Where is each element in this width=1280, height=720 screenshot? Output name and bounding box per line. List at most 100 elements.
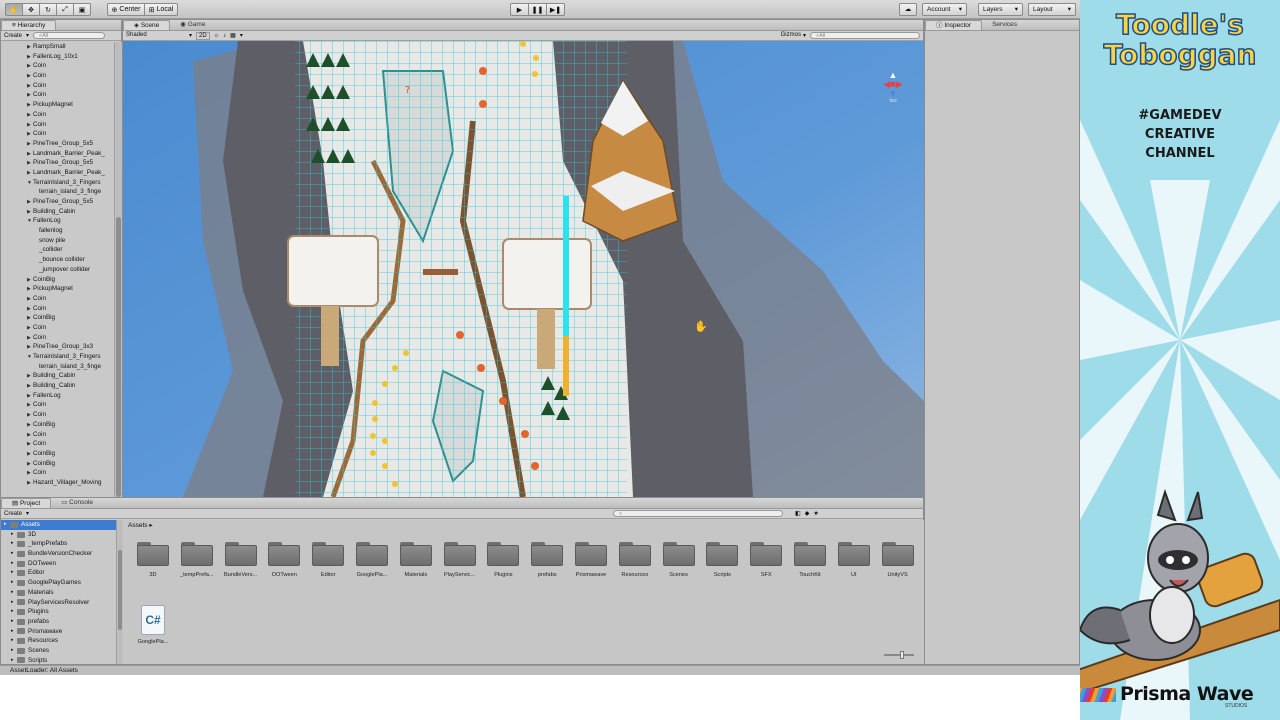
hierarchy-row[interactable]: ▼TerrainIsland_3_Fingers xyxy=(1,352,114,362)
hierarchy-row[interactable]: ▶ Coin xyxy=(1,439,114,449)
folder-asset[interactable]: BundleVers... xyxy=(219,542,263,578)
hierarchy-row[interactable]: ▶ RampSmall xyxy=(1,42,114,52)
project-tree-item[interactable]: ▸ _tempPrefabs xyxy=(1,539,122,549)
hierarchy-row[interactable]: ▶ FallenLog_10x1 xyxy=(1,52,114,62)
pause-icon[interactable]: ❚❚ xyxy=(528,3,547,16)
hierarchy-row[interactable]: ▶ PickupMagnet xyxy=(1,284,114,294)
breadcrumb[interactable]: Assets ▸ xyxy=(128,521,153,529)
tab-scene[interactable]: ◈ Scene xyxy=(123,20,171,30)
hierarchy-row[interactable]: _bounce collider xyxy=(1,255,114,265)
scale-tool-icon[interactable]: ⤢ xyxy=(56,3,74,16)
tab-hierarchy[interactable]: ≡ Hierarchy xyxy=(1,20,57,30)
project-tree-item[interactable]: ▸ Materials xyxy=(1,588,122,598)
account-dropdown[interactable]: Account ▾ xyxy=(922,3,967,16)
create-dropdown[interactable]: Create xyxy=(4,33,22,39)
play-icon[interactable]: ▶ xyxy=(510,3,529,16)
hierarchy-search-input[interactable]: ⌕All xyxy=(33,32,106,39)
hierarchy-row[interactable]: ▶ Building_Cabin xyxy=(1,381,114,391)
project-tree-item[interactable]: ▸ prefabs xyxy=(1,617,122,627)
tab-console[interactable]: ▭ Console xyxy=(51,498,103,508)
hierarchy-row[interactable]: ▶ PineTree_Group_5x5 xyxy=(1,158,114,168)
hierarchy-row[interactable]: ▶ Building_Cabin xyxy=(1,207,114,217)
project-tree-item[interactable]: ▸ Plugins xyxy=(1,607,122,617)
folder-asset[interactable]: prefabs xyxy=(525,542,569,578)
folder-asset[interactable]: Plugins xyxy=(481,542,525,578)
cloud-icon[interactable]: ☁ xyxy=(899,3,917,16)
project-tree-item[interactable]: ▸ Resources xyxy=(1,636,122,646)
hierarchy-row[interactable]: ▼FallenLog xyxy=(1,216,114,226)
hierarchy-row[interactable]: snow pile xyxy=(1,236,114,246)
layers-dropdown[interactable]: Layers ▾ xyxy=(978,3,1023,16)
hierarchy-row[interactable]: ▶ FallenLog xyxy=(1,391,114,401)
folder-asset[interactable]: GooglePla... xyxy=(350,542,394,578)
project-tree-scrollbar[interactable] xyxy=(116,520,123,664)
scene-viewport[interactable]: ? ✋ ▲ ◀■▶ ▼ Iso xyxy=(123,41,924,497)
step-icon[interactable]: ▶❚ xyxy=(546,3,565,16)
folder-asset[interactable]: Scripts xyxy=(700,542,744,578)
hierarchy-row[interactable]: ▶ Coin xyxy=(1,304,114,314)
hierarchy-row[interactable]: terrain_island_3_finge xyxy=(1,187,114,197)
project-tree-item[interactable]: ▸ Scenes xyxy=(1,646,122,656)
filter-label-icon[interactable]: ◆ xyxy=(805,510,810,517)
tab-game[interactable]: ◉ Game xyxy=(170,20,215,30)
hierarchy-row[interactable]: ▶ Coin xyxy=(1,129,114,139)
csharp-script-asset[interactable]: C# GooglePla... xyxy=(131,605,175,645)
scene-search-input[interactable]: ⌕All xyxy=(810,32,920,39)
folder-asset[interactable]: UI xyxy=(832,542,876,578)
move-tool-icon[interactable]: ✥ xyxy=(22,3,40,16)
hierarchy-row[interactable]: ▶ CoinBig xyxy=(1,459,114,469)
effects-icon[interactable]: ▦ xyxy=(230,32,236,39)
hierarchy-row[interactable]: ▶ Coin xyxy=(1,323,114,333)
chevron-down-icon[interactable]: ▾ xyxy=(240,32,243,39)
tab-inspector[interactable]: ⓘ Inspector xyxy=(925,20,983,30)
pivot-local-button[interactable]: ⊞ Local xyxy=(144,3,178,16)
hand-tool-icon[interactable]: ✋ xyxy=(5,3,23,16)
folder-asset[interactable]: PlayServic... xyxy=(438,542,482,578)
mode-2d-toggle[interactable]: 2D xyxy=(196,31,210,40)
project-tree-item[interactable]: ▸ GooglePlayGames xyxy=(1,578,122,588)
zoom-slider-handle[interactable] xyxy=(900,651,904,659)
hierarchy-row[interactable]: ▶ Landmark_Barrier_Peak_ xyxy=(1,168,114,178)
folder-asset[interactable]: Resources xyxy=(613,542,657,578)
filter-type-icon[interactable]: ◧ xyxy=(795,510,801,517)
pivot-center-button[interactable]: ⊕ Center xyxy=(107,3,145,16)
folder-asset[interactable]: Scenes xyxy=(657,542,701,578)
hierarchy-row[interactable]: fallenlog xyxy=(1,226,114,236)
hierarchy-row[interactable]: _collider xyxy=(1,245,114,255)
create-dropdown[interactable]: Create xyxy=(4,511,22,517)
hierarchy-row[interactable]: ▶ Landmark_Barrier_Peak_ xyxy=(1,149,114,159)
hierarchy-scrollbar[interactable] xyxy=(114,42,122,498)
hierarchy-row[interactable]: ▶ Coin xyxy=(1,120,114,130)
hierarchy-row[interactable]: ▶ Coin xyxy=(1,61,114,71)
folder-asset[interactable]: TouchKit xyxy=(788,542,832,578)
hierarchy-row[interactable]: ▶ Coin xyxy=(1,430,114,440)
hierarchy-row[interactable]: ▶ CoinBig xyxy=(1,420,114,430)
hierarchy-row[interactable]: ▶ Coin xyxy=(1,90,114,100)
hierarchy-row[interactable]: ▶ PickupMagnet xyxy=(1,100,114,110)
folder-asset[interactable]: DOTween xyxy=(262,542,306,578)
hierarchy-row[interactable]: ▶ PineTree_Group_5x5 xyxy=(1,197,114,207)
hierarchy-row[interactable]: ▶ PineTree_Group_5x5 xyxy=(1,139,114,149)
hierarchy-row[interactable]: ▶ Coin xyxy=(1,333,114,343)
project-tree-item[interactable]: ▸ Scripts xyxy=(1,656,122,664)
hierarchy-row[interactable]: ▶ Coin xyxy=(1,71,114,81)
tab-project[interactable]: ▤ Project xyxy=(1,498,52,508)
folder-asset[interactable]: 3D xyxy=(131,542,175,578)
folder-asset[interactable]: _tempPrefa... xyxy=(175,542,219,578)
folder-asset[interactable]: UnityVS xyxy=(876,542,920,578)
hierarchy-row[interactable]: ▶ Coin xyxy=(1,468,114,478)
layout-dropdown[interactable]: Layout ▾ xyxy=(1028,3,1076,16)
hierarchy-row[interactable]: ▶ CoinBig xyxy=(1,313,114,323)
hierarchy-row[interactable]: ▶ Coin xyxy=(1,110,114,120)
hierarchy-row[interactable]: ▶ Coin xyxy=(1,410,114,420)
rotate-tool-icon[interactable]: ↻ xyxy=(39,3,57,16)
hierarchy-row[interactable]: ▼TerrainIsland_3_Fingers xyxy=(1,178,114,188)
hierarchy-row[interactable]: _jumpover collider xyxy=(1,265,114,275)
rect-tool-icon[interactable]: ▣ xyxy=(73,3,91,16)
hierarchy-row[interactable]: ▶ Coin xyxy=(1,81,114,91)
hierarchy-row[interactable]: ▶ PineTree_Group_3x3 xyxy=(1,342,114,352)
hierarchy-row[interactable]: ▶ Building_Cabin xyxy=(1,371,114,381)
folder-asset[interactable]: Editor xyxy=(306,542,350,578)
view-gizmo[interactable]: ▲ ◀■▶ ▼ Iso xyxy=(875,71,911,113)
project-tree-item[interactable]: ▸ Assets xyxy=(1,520,122,530)
